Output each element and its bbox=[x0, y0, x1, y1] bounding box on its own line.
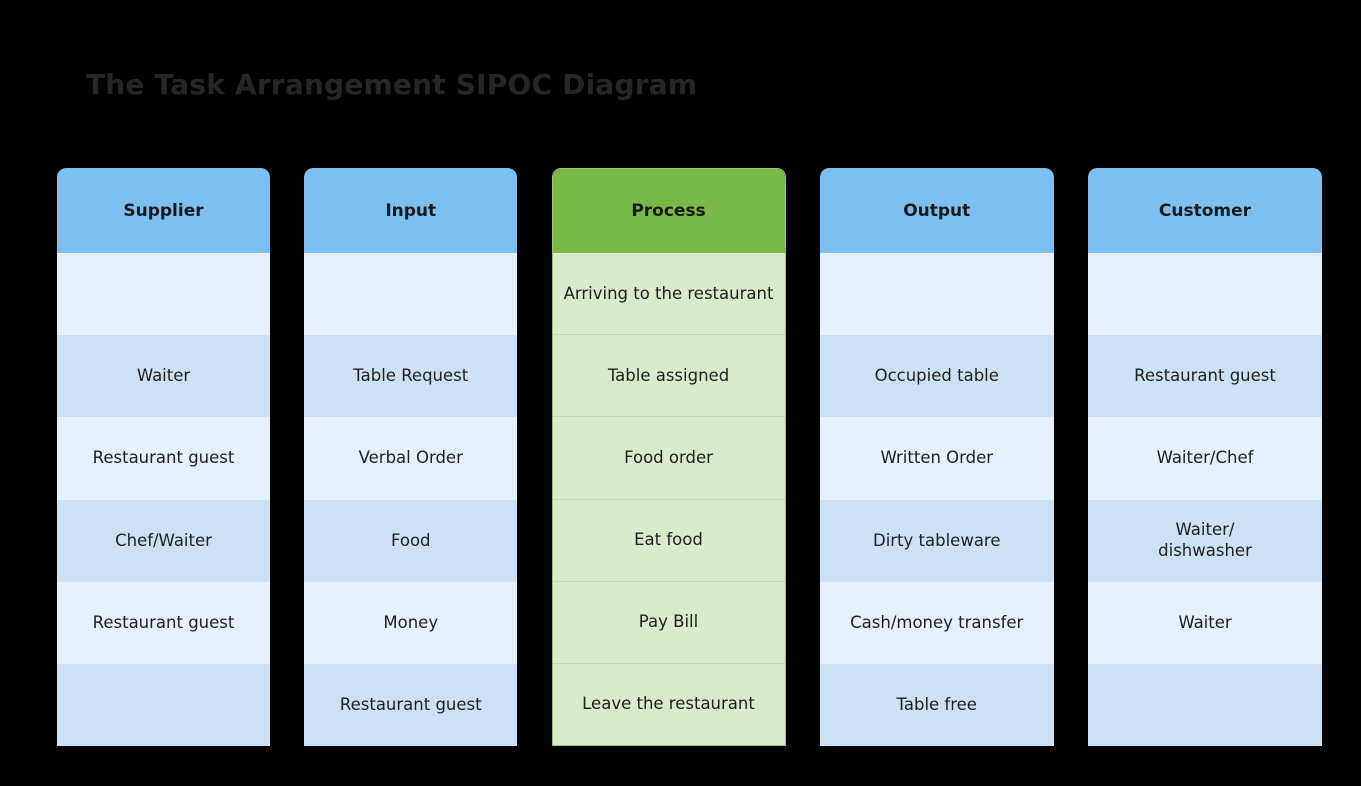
page-title: The Task Arrangement SIPOC Diagram bbox=[86, 68, 698, 101]
cell-output-4[interactable]: Dirty tableware bbox=[819, 499, 1054, 582]
column-output: Output Occupied table Written Order Dirt… bbox=[819, 168, 1054, 746]
cell-process-2[interactable]: Table assigned bbox=[552, 334, 785, 417]
cell-process-6[interactable]: Leave the restaurant bbox=[552, 662, 785, 745]
cell-process-4[interactable]: Eat food bbox=[552, 498, 785, 581]
cell-supplier-5[interactable]: Restaurant guest bbox=[57, 581, 270, 664]
column-body-process: Arriving to the restaurant Table assigne… bbox=[552, 253, 785, 745]
column-header-process: Process bbox=[552, 169, 785, 253]
cell-supplier-2[interactable]: Waiter bbox=[57, 335, 270, 418]
column-body-input: Table Request Verbal Order Food Money Re… bbox=[304, 253, 518, 746]
cell-supplier-3[interactable]: Restaurant guest bbox=[57, 417, 270, 500]
column-supplier: Supplier Waiter Restaurant guest Chef/Wa… bbox=[57, 168, 270, 746]
cell-input-4[interactable]: Food bbox=[304, 499, 518, 582]
column-body-customer: Restaurant guest Waiter/Chef Waiter/ dis… bbox=[1088, 253, 1322, 746]
cell-output-2[interactable]: Occupied table bbox=[819, 335, 1054, 418]
column-input: Input Table Request Verbal Order Food Mo… bbox=[304, 168, 518, 746]
column-header-customer: Customer bbox=[1088, 168, 1322, 253]
cell-customer-2[interactable]: Restaurant guest bbox=[1088, 335, 1322, 418]
cell-output-5[interactable]: Cash/money transfer bbox=[819, 581, 1054, 664]
cell-input-5[interactable]: Money bbox=[304, 581, 518, 664]
cell-customer-1[interactable] bbox=[1088, 253, 1322, 336]
cell-process-3[interactable]: Food order bbox=[552, 416, 785, 499]
cell-output-1[interactable] bbox=[819, 253, 1054, 336]
column-body-supplier: Waiter Restaurant guest Chef/Waiter Rest… bbox=[57, 253, 270, 746]
cell-customer-5[interactable]: Waiter bbox=[1088, 581, 1322, 664]
cell-supplier-6[interactable] bbox=[57, 663, 270, 746]
cell-supplier-4[interactable]: Chef/Waiter bbox=[57, 499, 270, 582]
cell-input-6[interactable]: Restaurant guest bbox=[304, 663, 518, 746]
cell-output-6[interactable]: Table free bbox=[819, 663, 1054, 746]
column-process: Process Arriving to the restaurant Table… bbox=[551, 168, 786, 746]
cell-supplier-1[interactable] bbox=[57, 253, 270, 336]
column-header-supplier: Supplier bbox=[57, 168, 270, 253]
cell-customer-6[interactable] bbox=[1088, 663, 1322, 746]
cell-process-1[interactable]: Arriving to the restaurant bbox=[552, 253, 785, 335]
column-header-input: Input bbox=[304, 168, 518, 253]
sipoc-board: Supplier Waiter Restaurant guest Chef/Wa… bbox=[57, 168, 1322, 746]
cell-input-1[interactable] bbox=[304, 253, 518, 336]
cell-input-3[interactable]: Verbal Order bbox=[304, 417, 518, 500]
cell-input-2[interactable]: Table Request bbox=[304, 335, 518, 418]
cell-customer-4[interactable]: Waiter/ dishwasher bbox=[1088, 499, 1322, 582]
cell-customer-3[interactable]: Waiter/Chef bbox=[1088, 417, 1322, 500]
column-header-output: Output bbox=[819, 168, 1054, 253]
cell-process-5[interactable]: Pay Bill bbox=[552, 580, 785, 663]
column-customer: Customer Restaurant guest Waiter/Chef Wa… bbox=[1088, 168, 1322, 746]
column-body-output: Occupied table Written Order Dirty table… bbox=[819, 253, 1054, 746]
cell-output-3[interactable]: Written Order bbox=[819, 417, 1054, 500]
